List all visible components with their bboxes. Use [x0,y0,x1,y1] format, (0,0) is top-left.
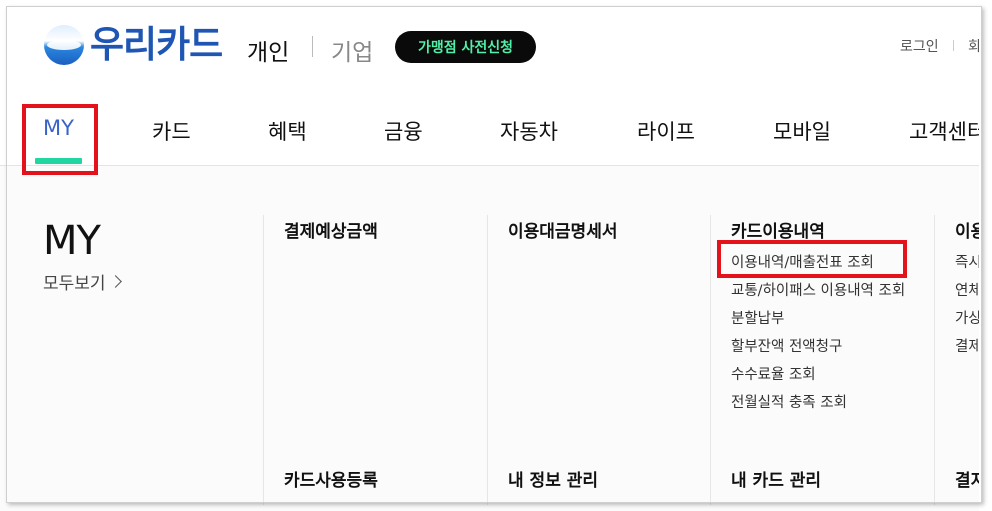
nav-item-mobile[interactable]: 모바일 [773,116,831,146]
card-usage-submenu: 이용내역/매출전표 조회 교통/하이패스 이용내역 조회 분할납부 할부잔액 전… [731,253,905,421]
submenu-usage-receipt[interactable]: 이용내역/매출전표 조회 [731,253,905,281]
submenu-transit-hipass[interactable]: 교통/하이패스 이용내역 조회 [731,281,905,309]
submenu-col4-item[interactable]: 결제 [955,337,982,365]
right-margin [979,6,992,511]
tab-divider [312,36,313,57]
woori-card-logo[interactable]: 우리카드 [44,23,223,66]
utility-divider [953,40,954,51]
submenu-installment-full-claim[interactable]: 할부잔액 전액청구 [731,337,905,365]
menu-my-info[interactable]: 내 정보 관리 [508,466,598,491]
nav-item-card[interactable]: 카드 [152,116,191,146]
logo-text: 우리카드 [90,23,223,66]
nav-item-my[interactable]: MY [43,116,74,140]
nav-item-life[interactable]: 라이프 [637,116,695,146]
merchant-preregister-button[interactable]: 가맹점 사전신청 [395,31,536,63]
page-frame: 우리카드 개인 기업 가맹점 사전신청 로그인 회 MY 카드 혜택 금융 자동… [0,0,992,511]
tab-personal[interactable]: 개인 [247,33,289,67]
nav-item-car[interactable]: 자동차 [500,116,558,146]
chevron-right-icon [108,275,122,288]
view-all-label: 모두보기 [43,274,106,294]
column-divider [487,215,488,505]
menu-my-card[interactable]: 내 카드 관리 [731,466,821,491]
submenu-col4-item[interactable]: 가상 [955,309,982,337]
submenu-col4-item[interactable]: 연체 [955,281,982,309]
nav-item-finance[interactable]: 금융 [384,116,423,146]
column-divider [710,215,711,505]
my-section-title: MY [43,218,101,264]
menu-card-register[interactable]: 카드사용등록 [284,466,378,491]
menu-card-usage[interactable]: 카드이용내역 [731,217,825,242]
nav-active-indicator [35,158,82,164]
menu-statement[interactable]: 이용대금명세서 [508,217,617,242]
col4-submenu: 즉시 연체 가상 결제 [955,253,982,365]
tab-corporate[interactable]: 기업 [331,33,373,67]
submenu-prev-month-performance[interactable]: 전월실적 충족 조회 [731,393,905,421]
nav-item-benefit[interactable]: 혜택 [268,116,307,146]
column-divider [934,215,935,505]
menu-payment-due[interactable]: 결제예상금액 [284,217,378,242]
submenu-installment-split[interactable]: 분할납부 [731,309,905,337]
nav-item-customer-center[interactable]: 고객센터 [909,116,986,146]
submenu-fee-rate[interactable]: 수수료율 조회 [731,365,905,393]
woori-logo-icon [44,25,84,65]
submenu-col4-item[interactable]: 즉시 [955,253,982,281]
view-all-link[interactable]: 모두보기 [43,269,122,294]
login-link[interactable]: 로그인 [900,36,939,56]
column-divider [263,215,264,505]
